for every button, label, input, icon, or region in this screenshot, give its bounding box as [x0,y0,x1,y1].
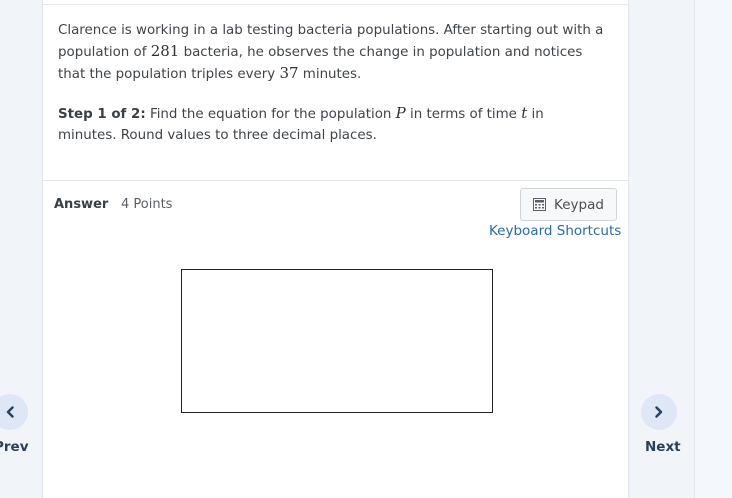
variable-p: P [395,104,406,122]
step-instructions: Step 1 of 2: Find the equation for the p… [58,103,606,146]
section-divider [43,180,628,181]
answer-input-box[interactable] [181,269,493,413]
initial-population-value: 281 [150,42,180,60]
question-text: Clarence is working in a lab testing bac… [58,20,606,85]
step-label: Step 1 of 2: [58,107,146,122]
question-card: Clarence is working in a lab testing bac… [42,0,629,498]
next-button[interactable] [641,394,677,430]
chevron-left-icon [6,406,14,418]
step-text-part: Find the equation for the population [145,107,396,122]
chevron-right-icon [655,406,663,418]
prev-label[interactable]: Prev [0,439,29,455]
keyboard-shortcuts-link[interactable]: Keyboard Shortcuts [489,223,621,239]
points-label: 4 Points [121,197,173,212]
keypad-icon [533,198,547,211]
keypad-button[interactable]: Keypad [520,188,617,221]
keypad-button-label: Keypad [554,196,604,213]
question-text-part: minutes. [298,67,362,82]
card-top-border [43,0,628,5]
step-text-part: in terms of time [405,107,522,122]
prev-button[interactable] [0,394,28,430]
right-panel-edge [694,0,732,498]
tripling-period-value: 37 [279,64,299,82]
next-label[interactable]: Next [645,439,681,455]
answer-label: Answer [54,197,109,212]
